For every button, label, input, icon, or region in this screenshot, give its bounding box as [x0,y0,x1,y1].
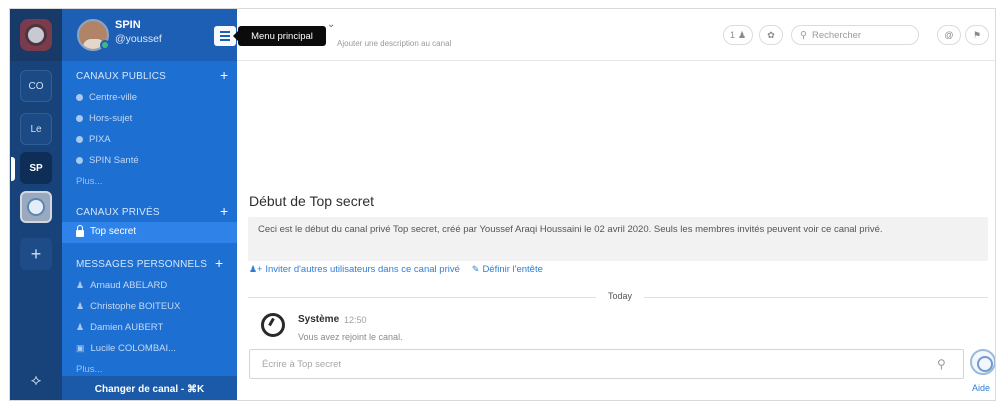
add-user-icon: ♟+ [249,264,263,274]
sidebar-item-dm[interactable]: ♟ Christophe BOITEUX [76,301,180,312]
sidebar-item-dm[interactable]: ▣ Lucile COLOMBAI... [76,343,176,354]
globe-icon [76,115,83,122]
message-input[interactable]: Écrire à Top secret [249,349,964,379]
globe-icon [76,157,83,164]
team-image-icon[interactable] [20,191,52,223]
app-logo-icon: ⟡ [30,372,42,389]
direct-messages-title: MESSAGES PERSONNELS [76,259,208,270]
sidebar-item-top-secret-label[interactable]: Top secret [76,224,136,237]
channel-description[interactable]: Ajouter une description au canal [337,39,451,48]
user-icon: ▣ [76,343,85,353]
system-avatar-icon [261,313,285,337]
public-channels-title: CANAUX PUBLICS [76,71,167,82]
sidebar-item-dm[interactable]: ♟ Arnaud ABELARD [76,280,167,291]
globe-icon [76,136,83,143]
members-icon: ♟ [737,29,747,40]
team-name: SPIN [115,19,141,31]
channel-switcher-button[interactable]: Changer de canal - ⌘K [62,376,237,400]
pencil-icon: ✎ [471,264,480,274]
channel-sidebar: SPIN @youssef CANAUX PUBLICS + Centre-vi… [62,9,237,400]
flagged-posts-button[interactable]: ⚑ [965,25,989,45]
search-icon: ⚲ [800,29,807,41]
sidebar-item-dm[interactable]: ♟ Damien AUBERT [76,322,163,333]
sidebar-header: SPIN @youssef [62,9,237,61]
username: @youssef [115,33,162,45]
add-direct-message-button[interactable]: + [215,256,223,270]
user-icon: ♟ [76,301,85,311]
pin-icon: ✿ [767,29,775,40]
at-icon: @ [944,30,954,40]
pinned-posts-button[interactable]: ✿ [759,25,783,45]
sidebar-item-pixa[interactable]: PIXA [76,134,111,145]
attachment-icon[interactable]: ⚲ [937,357,946,371]
rail-header [10,9,62,61]
direct-messages-more-link[interactable]: Plus... [76,364,102,375]
add-private-channel-button[interactable]: + [220,204,228,218]
emoji-icon[interactable] [970,349,995,375]
sidebar-item-hors-sujet[interactable]: Hors-sujet [76,113,132,124]
message-text: Vous avez rejoint le canal. [298,332,403,342]
lock-icon [76,224,84,237]
mentions-button[interactable]: @ [937,25,961,45]
sidebar-item-spin-sante[interactable]: SPIN Santé [76,155,139,166]
search-input[interactable]: ⚲ Rechercher [791,25,919,45]
team-button-le[interactable]: Le [20,113,52,145]
members-button[interactable]: 1 ♟ [723,25,753,45]
online-status-icon [100,40,110,50]
channel-intro-actions: ♟+ Inviter d'autres utilisateurs dans ce … [249,264,543,275]
team-button-sp[interactable]: SP [11,152,52,184]
help-link[interactable]: Aide [972,383,990,393]
add-team-button[interactable]: + [20,238,52,270]
channel-intro-text: Ceci est le début du canal privé Top sec… [248,217,988,261]
public-channels-more-link[interactable]: Plus... [76,176,102,187]
private-channels-title: CANAUX PRIVÉS [76,207,160,218]
team-logo-icon[interactable] [20,19,52,51]
team-rail: CO Le SP + ⟡ [10,9,62,400]
main-menu-tooltip: Menu principal [233,26,326,46]
message-time[interactable]: 12:50 [344,315,367,325]
set-header-link[interactable]: ✎ Définir l'entête [472,264,543,275]
message-author[interactable]: Système [298,314,339,325]
channel-intro-title: Début de Top secret [249,193,375,209]
app-window: CO Le SP + ⟡ SPIN @youssef CANAUX PUBLIC… [9,8,996,401]
team-button-co[interactable]: CO [20,70,52,102]
globe-icon [76,94,83,101]
user-icon: ♟ [76,322,85,332]
channel-menu-chevron-icon[interactable]: ⌄ [327,19,335,30]
add-public-channel-button[interactable]: + [220,68,228,82]
user-icon: ♟ [76,280,85,290]
date-separator-label: Today [596,291,645,301]
flag-icon: ⚑ [972,29,982,40]
channel-header: ⌄ Ajouter une description au canal 1 ♟ ✿ … [237,9,995,61]
invite-users-link[interactable]: ♟+ Inviter d'autres utilisateurs dans ce … [249,264,460,275]
sidebar-item-centre-ville[interactable]: Centre-ville [76,92,137,103]
